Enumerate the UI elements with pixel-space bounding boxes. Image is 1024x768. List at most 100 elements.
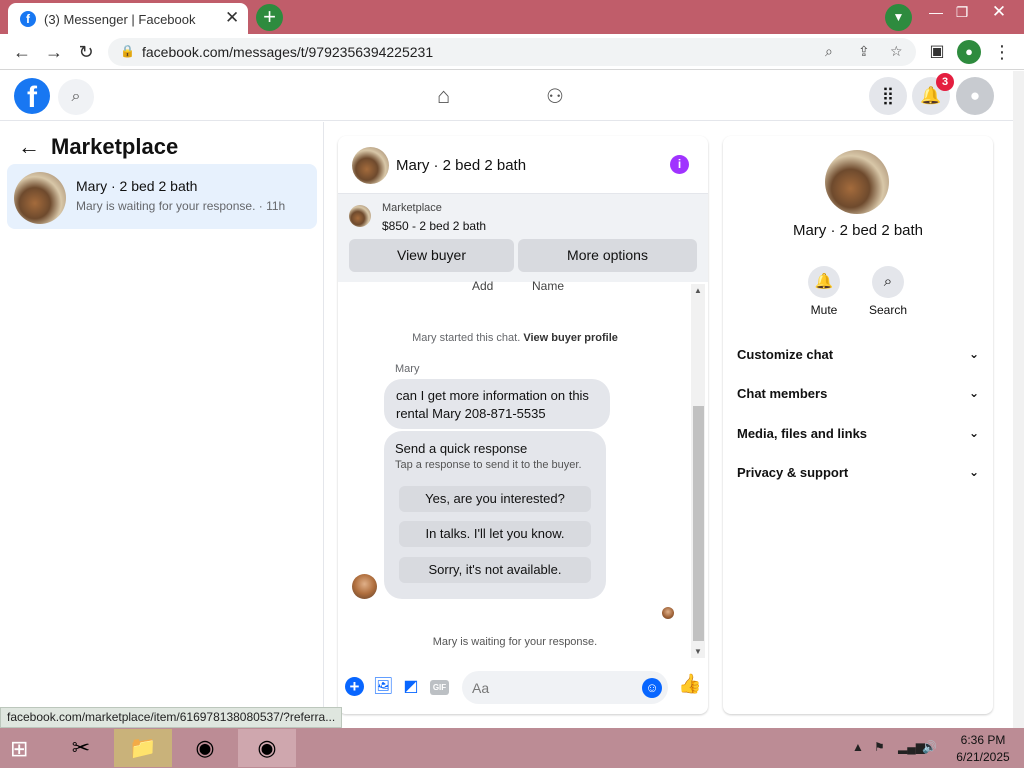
conversation-details-panel: Mary · 2 bed 2 bath 🔔 Mute ⌕ Search Cust… [723, 136, 993, 714]
facebook-header: f ⌕ ⌂ ⚇ ⣿ 🔔 3 ● [0, 71, 1013, 121]
notification-badge: 3 [936, 73, 954, 91]
clock-date[interactable]: 6/21/2025 [948, 750, 1018, 764]
browser-toolbar: ← → ↻ 🔒 facebook.com/messages/t/97923563… [0, 34, 1024, 70]
quick-response-title: Send a quick response [395, 441, 528, 456]
listing-price-title[interactable]: $850 - 2 bed 2 bath [382, 219, 486, 233]
browser-tab[interactable]: f (3) Messenger | Facebook ✕ [8, 3, 248, 34]
scroll-up-arrow-icon[interactable]: ▲ [694, 286, 702, 295]
search-label: Search [868, 303, 908, 317]
bookmark-star-icon[interactable]: ☆ [890, 43, 903, 60]
scroll-down-arrow-icon[interactable]: ▼ [694, 647, 702, 656]
sender-name: Mary [395, 363, 420, 375]
sender-avatar[interactable] [352, 574, 377, 599]
more-options-button[interactable]: More options [518, 239, 697, 272]
back-arrow-icon[interactable]: ← [10, 40, 34, 64]
new-tab-button[interactable]: + [256, 4, 283, 31]
section-label: Privacy & support [737, 465, 849, 480]
file-explorer-icon[interactable]: 📁 [114, 729, 172, 767]
chat-panel: Mary · 2 bed 2 bath i Marketplace $850 -… [338, 136, 708, 714]
mute-bell-icon[interactable]: 🔔 [808, 266, 840, 298]
chat-title[interactable]: Mary · 2 bed 2 bath [396, 157, 526, 174]
friends-icon[interactable]: ⚇ [546, 84, 564, 109]
details-avatar[interactable] [825, 150, 889, 214]
facebook-favicon-icon: f [20, 11, 36, 27]
reload-icon[interactable]: ↻ [74, 40, 98, 64]
share-icon[interactable]: ⇪ [858, 43, 870, 60]
info-icon[interactable]: i [670, 155, 689, 174]
truncated-name-label[interactable]: Name [532, 279, 564, 293]
volume-icon[interactable]: 🔊 [922, 740, 937, 754]
message-input[interactable] [462, 671, 668, 704]
section-label: Customize chat [737, 347, 834, 362]
status-bar-url: facebook.com/marketplace/item/6169781380… [0, 707, 343, 728]
close-window-button[interactable]: ✕ [984, 2, 1014, 22]
view-buyer-profile-link[interactable]: View buyer profile [523, 332, 618, 344]
address-bar[interactable]: 🔒 facebook.com/messages/t/97923563942252… [108, 38, 916, 66]
plus-icon[interactable]: + [345, 677, 364, 696]
search-icon[interactable]: ⌕ [872, 266, 904, 298]
chat-started-line: Mary started this chat. View buyer profi… [338, 332, 692, 344]
message-bubble[interactable]: can I get more information on this renta… [384, 379, 610, 429]
view-buyer-button[interactable]: View buyer [349, 239, 514, 272]
photo-icon[interactable]: 🖼 [373, 677, 393, 697]
thumbs-up-icon[interactable]: 👍 [678, 675, 702, 695]
seen-indicator-avatar [662, 607, 674, 619]
page-scrollbar[interactable] [1013, 71, 1024, 728]
listing-card: Marketplace $850 - 2 bed 2 bath View buy… [338, 194, 708, 282]
facebook-logo-icon[interactable]: f [14, 78, 50, 114]
section-privacy-support[interactable]: Privacy & support ⌄ [737, 465, 979, 489]
chevron-down-icon: ⌄ [968, 426, 979, 440]
conversation-subtitle: Mary is waiting for your response. · 11h [76, 199, 286, 213]
forward-arrow-icon[interactable]: → [42, 40, 66, 64]
signal-icon[interactable]: ▂▄▆ [898, 740, 925, 754]
chat-header: Mary · 2 bed 2 bath i [338, 136, 708, 194]
chrome-active-icon[interactable]: ◉ [238, 729, 296, 767]
tab-title: (3) Messenger | Facebook [44, 12, 196, 27]
windows-start-icon[interactable]: ⊞ [10, 736, 28, 762]
section-chat-members[interactable]: Chat members ⌄ [737, 386, 979, 410]
clock-time[interactable]: 6:36 PM [948, 733, 1018, 747]
menu-grid-icon[interactable]: ⣿ [869, 77, 907, 115]
truncated-add-label[interactable]: Add [472, 279, 493, 293]
back-arrow-icon[interactable]: ← [18, 134, 40, 160]
chat-started-text: Mary started this chat. [412, 332, 524, 344]
quick-response-option[interactable]: Yes, are you interested? [399, 486, 591, 512]
conversation-item[interactable]: Mary · 2 bed 2 bath Mary is waiting for … [7, 164, 317, 229]
side-panel-icon[interactable]: ▣ [925, 40, 949, 64]
chat-scrollbar-thumb[interactable] [693, 406, 704, 641]
home-icon[interactable]: ⌂ [437, 83, 450, 109]
sticker-icon[interactable]: ◩ [401, 677, 421, 697]
mute-label: Mute [810, 303, 838, 317]
windows-taskbar: ⊞ ✂ 📁 ◉ ◉ ▲ ⚑ ▂▄▆ 🔊 6:36 PM 6/21/2025 [0, 728, 1024, 768]
chevron-down-icon: ⌄ [968, 386, 979, 400]
browser-titlebar: f (3) Messenger | Facebook ✕ + ▼ — ❐ ✕ [0, 0, 1024, 34]
quick-response-option[interactable]: In talks. I'll let you know. [399, 521, 591, 547]
listing-thumbnail[interactable] [349, 205, 371, 227]
snipping-tool-icon[interactable]: ✂ [52, 729, 110, 767]
lock-icon[interactable]: 🔒 [120, 44, 135, 58]
tab-close-icon[interactable]: ✕ [225, 8, 239, 28]
profile-icon[interactable]: ● [957, 40, 981, 64]
chrome-profile-icon[interactable]: ◉ [176, 729, 234, 767]
menu-kebab-icon[interactable]: ⋮ [990, 40, 1014, 64]
tab-search-chevron-icon[interactable]: ▼ [885, 4, 912, 31]
section-customize-chat[interactable]: Customize chat ⌄ [737, 347, 979, 371]
tray-chevron-up-icon[interactable]: ▲ [852, 740, 864, 754]
section-media-files-links[interactable]: Media, files and links ⌄ [737, 426, 979, 450]
quick-response-option[interactable]: Sorry, it's not available. [399, 557, 591, 583]
restore-button[interactable]: ❐ [947, 2, 977, 22]
chat-avatar[interactable] [352, 147, 389, 184]
chevron-down-icon: ⌄ [968, 347, 979, 361]
network-alert-icon[interactable]: ⚑ [874, 740, 885, 754]
details-name: Mary · 2 bed 2 bath [792, 222, 924, 239]
zoom-icon[interactable]: ⌕ [825, 43, 833, 60]
quick-response-subtitle: Tap a response to send it to the buyer. [395, 459, 582, 471]
left-pane: ← Marketplace Mary · 2 bed 2 bath Mary i… [0, 122, 324, 708]
chevron-down-icon: ⌄ [968, 465, 979, 479]
emoji-icon[interactable]: ☺ [642, 678, 662, 698]
url-text[interactable]: facebook.com/messages/t/9792356394225231 [142, 44, 433, 60]
gif-icon[interactable]: GIF [430, 680, 449, 695]
search-icon[interactable]: ⌕ [58, 79, 94, 115]
message-composer: + 🖼 ◩ GIF ☺ 👍 [338, 666, 708, 710]
account-avatar[interactable]: ● [956, 77, 994, 115]
